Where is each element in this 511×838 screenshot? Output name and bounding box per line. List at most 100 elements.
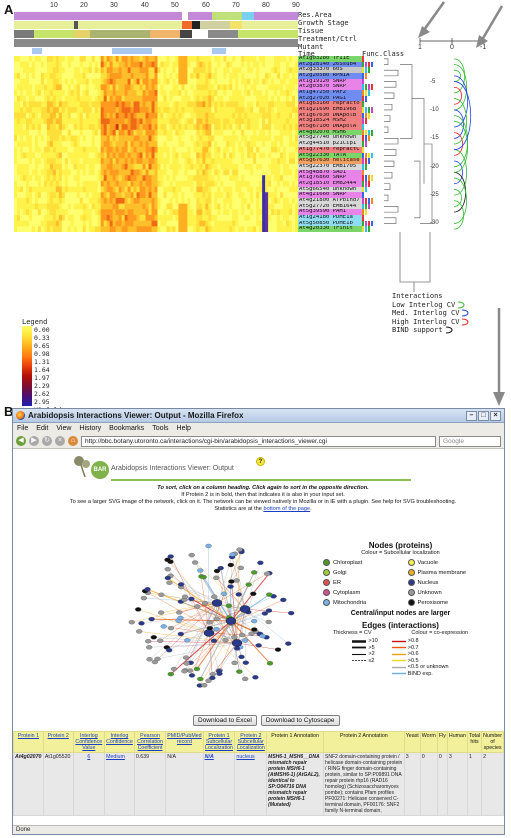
interaction-network[interactable] [113,511,313,711]
address-bar[interactable]: http://bbc.botany.utoronto.ca/interactio… [81,435,436,447]
network-node[interactable] [236,669,243,674]
network-node[interactable] [164,567,171,572]
network-node[interactable] [166,648,173,653]
cell-confidence[interactable]: Medium [104,752,135,816]
network-node[interactable] [251,618,258,624]
network-node[interactable] [225,603,232,608]
network-node[interactable] [157,638,164,643]
network-node[interactable] [259,633,266,639]
close-icon[interactable]: × [490,410,501,421]
network-node[interactable] [188,552,195,558]
home-icon[interactable]: ⌂ [68,436,78,446]
network-node[interactable] [220,591,228,596]
col-loc1[interactable]: Protein 1 Subcellular Localization [202,731,236,753]
network-node[interactable] [128,620,135,625]
network-node[interactable] [188,673,196,678]
menu-file[interactable]: File [17,423,28,434]
network-node[interactable] [231,635,238,640]
network-node[interactable] [138,621,145,626]
network-hub-node[interactable] [239,605,251,613]
menu-edit[interactable]: Edit [36,423,48,434]
col-icv[interactable]: Interlog Confidence Value [72,731,106,753]
network-node[interactable] [167,625,175,631]
network-node[interactable] [201,601,209,606]
network-hub-node[interactable] [225,617,237,625]
menu-tools[interactable]: Tools [152,423,168,434]
network-node[interactable] [213,616,220,622]
col-pcc[interactable]: Pearson Correlation Coefficient [133,731,167,753]
network-node[interactable] [194,604,201,609]
network-node[interactable] [237,565,244,571]
gene-label[interactable]: At4g20330 TFinit [298,226,362,233]
menu-help[interactable]: Help [177,423,191,434]
col-loc2[interactable]: Protein 2 Subcellular Localization [234,731,268,753]
network-node[interactable] [160,624,167,629]
col-pmid[interactable]: PMID/PubMed record [165,731,204,753]
back-icon[interactable]: ◀ [16,436,26,446]
download-excel-button[interactable]: Download to Excel [193,715,257,726]
network-node[interactable] [222,637,229,643]
network-node[interactable] [263,571,271,576]
network-node[interactable] [176,610,183,615]
network-node[interactable] [255,643,262,648]
network-node[interactable] [248,631,255,636]
network-node[interactable] [200,574,207,580]
network-node[interactable] [213,575,220,580]
network-node[interactable] [210,638,218,643]
network-node[interactable] [213,626,220,632]
network-node[interactable] [285,641,292,646]
network-node[interactable] [183,661,190,666]
network-node[interactable] [182,655,190,660]
network-node[interactable] [265,619,272,625]
network-node[interactable] [288,610,295,616]
search-input[interactable]: Google [439,435,501,447]
cell-loc1[interactable]: N/A [202,752,236,816]
network-node[interactable] [164,557,171,562]
network-node[interactable] [215,669,223,674]
forward-icon[interactable]: ▶ [29,436,39,446]
network-node[interactable] [238,632,246,638]
network-node[interactable] [227,584,234,589]
network-node[interactable] [231,660,238,666]
col-protein1[interactable]: Protein 1 [13,731,44,753]
network-node[interactable] [235,592,242,597]
network-node[interactable] [146,657,153,662]
network-node[interactable] [209,672,217,677]
network-hub-node[interactable] [203,629,215,637]
menu-bookmarks[interactable]: Bookmarks [109,423,144,434]
network-node[interactable] [236,547,243,552]
network-node[interactable] [213,568,221,574]
network-node[interactable] [241,638,249,643]
network-node[interactable] [167,671,174,677]
network-node[interactable] [266,661,274,666]
network-node[interactable] [197,676,204,682]
network-node[interactable] [228,579,235,584]
network-node[interactable] [245,582,252,587]
network-node[interactable] [145,639,152,644]
network-node[interactable] [146,645,153,650]
menu-view[interactable]: View [56,423,71,434]
network-node[interactable] [229,552,236,557]
help-icon[interactable]: ? [256,457,265,466]
reload-icon[interactable]: ↻ [42,436,52,446]
network-node[interactable] [197,568,204,573]
download-cytoscape-button[interactable]: Download to Cytoscape [260,715,340,726]
stop-icon[interactable]: × [55,436,65,446]
network-node[interactable] [280,597,287,603]
network-hub-node[interactable] [231,639,243,647]
cell-icv[interactable]: 6 [72,752,106,816]
network-node[interactable] [252,675,259,680]
network-node[interactable] [257,560,264,565]
network-node[interactable] [164,575,171,581]
network-node[interactable] [250,591,257,596]
network-node[interactable] [150,635,157,640]
network-node[interactable] [191,560,199,565]
network-node[interactable] [157,610,165,615]
network-node[interactable] [251,627,258,632]
network-node[interactable] [177,615,184,621]
network-node[interactable] [144,587,151,592]
network-node[interactable] [151,659,159,665]
network-node[interactable] [274,647,282,652]
network-node[interactable] [209,675,216,681]
network-node[interactable] [177,582,185,587]
